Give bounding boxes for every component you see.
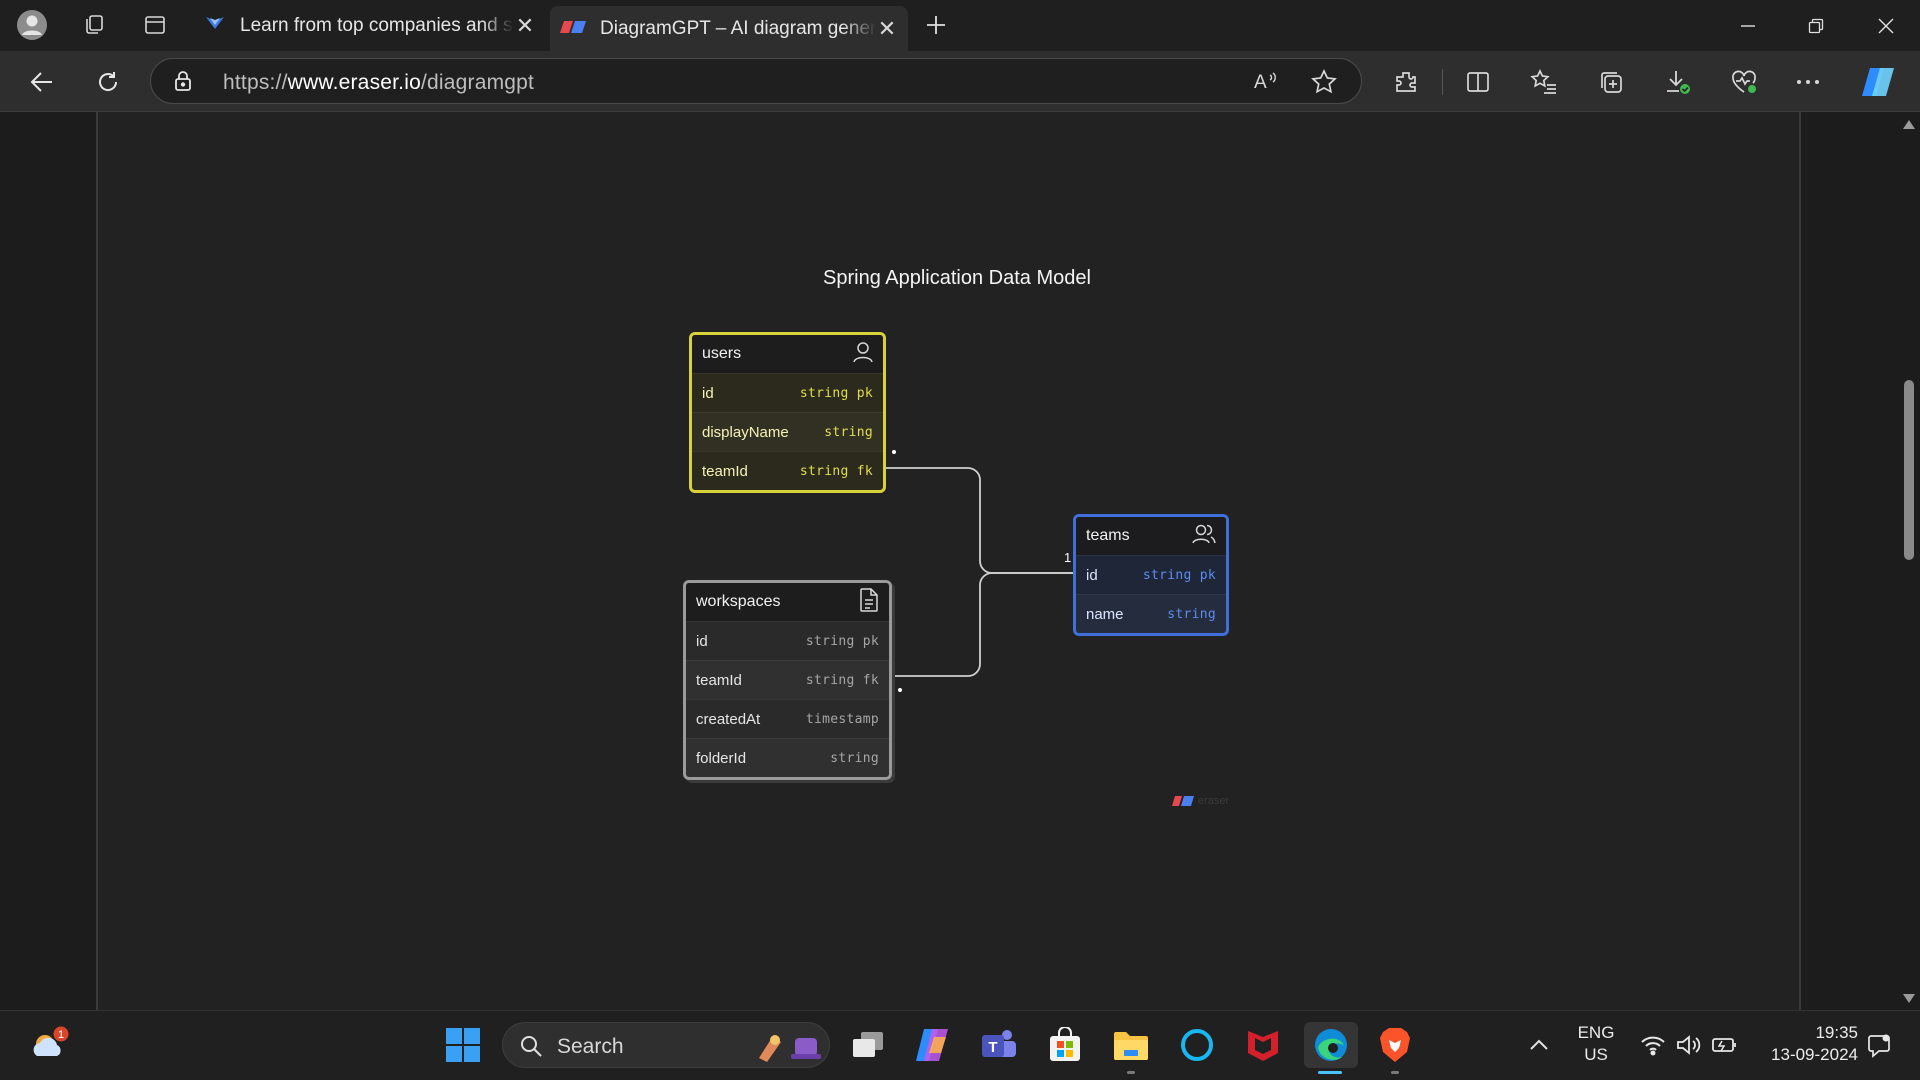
running-indicator	[1127, 1071, 1135, 1074]
copilot-icon[interactable]	[1860, 64, 1896, 100]
taskbar-search[interactable]: Search	[502, 1022, 830, 1068]
tab-strip: Learn from top companies and se ✕ Diagra…	[0, 0, 1920, 51]
diagram-title: Spring Application Data Model	[823, 267, 1091, 289]
microsoft-store-icon[interactable]	[1042, 1022, 1088, 1068]
entity-workspaces[interactable]: workspaces id string pk teamId string fk c…	[683, 580, 892, 780]
show-hidden-icons-chevron-icon[interactable]	[1516, 1022, 1562, 1068]
field-row: id string pk	[1076, 555, 1226, 594]
eraser-watermark: eraser	[1172, 795, 1229, 807]
document-icon	[859, 587, 879, 617]
favorite-star-icon[interactable]	[1311, 69, 1337, 100]
site-favicon-icon	[204, 12, 226, 40]
language-indicator[interactable]: ENG US	[1566, 1023, 1626, 1065]
file-explorer-icon[interactable]	[1108, 1022, 1154, 1068]
entity-header: users	[692, 335, 883, 373]
entity-name: workspaces	[696, 593, 781, 610]
vertical-scrollbar[interactable]	[1898, 112, 1920, 1010]
field-row: folderId string	[686, 738, 889, 777]
search-icon	[519, 1034, 543, 1063]
field-row: id string pk	[692, 373, 883, 412]
entity-teams[interactable]: teams id string pk name string	[1073, 514, 1229, 636]
task-view-icon[interactable]	[845, 1022, 891, 1068]
toolbar-separator	[1442, 69, 1443, 95]
windows-start-icon[interactable]	[440, 1022, 486, 1068]
svg-text:A: A	[1254, 72, 1267, 93]
tab-close-icon[interactable]: ✕	[876, 16, 898, 42]
edge-browser-icon[interactable]	[1304, 1022, 1358, 1068]
address-bar[interactable]: https://www.eraser.io/diagramgpt A	[150, 58, 1362, 104]
tab-title: Learn from top companies and se	[240, 15, 514, 36]
brave-browser-icon[interactable]	[1372, 1022, 1418, 1068]
lock-icon[interactable]	[173, 70, 193, 97]
field-row: teamId string fk	[692, 451, 883, 490]
entity-header: workspaces	[686, 583, 889, 621]
browser-essentials-icon[interactable]	[1726, 64, 1762, 100]
weather-widget-icon[interactable]: 1	[26, 1022, 72, 1068]
field-row: name string	[1076, 594, 1226, 633]
svg-text:T: T	[988, 1039, 997, 1056]
person-icon	[853, 341, 873, 368]
browser-toolbar: https://www.eraser.io/diagramgpt A	[0, 51, 1920, 112]
field-row: createdAt timestamp	[686, 699, 889, 738]
eraser-favicon-icon	[560, 18, 586, 40]
close-window-icon[interactable]	[1852, 0, 1920, 51]
copilot-app-icon[interactable]	[910, 1022, 956, 1068]
tab-close-icon[interactable]: ✕	[514, 13, 536, 39]
eraser-logo-icon	[1172, 796, 1194, 806]
page-content: Spring Application Data Model 1 1 users …	[0, 112, 1920, 1010]
split-screen-icon[interactable]	[1460, 64, 1496, 100]
notifications-icon[interactable]	[1856, 1022, 1902, 1068]
search-label: Search	[557, 1035, 624, 1058]
diagram-canvas[interactable]: Spring Application Data Model 1 1 users …	[96, 112, 1801, 1010]
active-app-indicator	[1318, 1071, 1342, 1074]
favorites-list-icon[interactable]	[1526, 64, 1562, 100]
collections-icon[interactable]	[1593, 64, 1629, 100]
tab-learn[interactable]: Learn from top companies and se ✕	[194, 6, 546, 46]
entity-name: teams	[1086, 527, 1130, 544]
battery-icon[interactable]	[1702, 1022, 1748, 1068]
vertical-tabs-icon[interactable]	[139, 9, 171, 41]
clock[interactable]: 19:35 13-09-2024	[1752, 1023, 1858, 1065]
read-aloud-icon[interactable]: A	[1253, 69, 1279, 98]
relationship-connectors: 1 1	[885, 450, 1082, 692]
tab-diagramgpt[interactable]: DiagramGPT – AI diagram genera ✕	[550, 6, 908, 51]
minimize-icon[interactable]	[1714, 0, 1782, 51]
entity-users[interactable]: users id string pk displayName string team…	[689, 332, 886, 493]
restore-icon[interactable]	[1782, 0, 1850, 51]
field-row: teamId string fk	[686, 660, 889, 699]
running-indicator	[1391, 1071, 1399, 1074]
field-row: id string pk	[686, 621, 889, 660]
more-options-icon[interactable]	[1790, 64, 1826, 100]
svg-text:1: 1	[58, 1029, 64, 1041]
scroll-up-arrow-icon[interactable]	[1903, 120, 1915, 129]
url-text[interactable]: https://www.eraser.io/diagramgpt	[223, 71, 534, 95]
workspaces-icon[interactable]	[78, 9, 110, 41]
back-arrow-icon[interactable]	[24, 64, 60, 100]
entity-name: users	[702, 345, 742, 362]
new-tab-icon[interactable]	[920, 9, 952, 41]
mcafee-icon[interactable]	[1240, 1022, 1286, 1068]
cortana-icon[interactable]	[1174, 1022, 1220, 1068]
downloads-icon[interactable]	[1660, 64, 1696, 100]
teams-icon[interactable]: T	[976, 1022, 1022, 1068]
field-row: displayName string	[692, 412, 883, 451]
entity-header: teams	[1076, 517, 1226, 555]
people-icon	[1192, 523, 1216, 550]
windows-taskbar: 1 Search T ENG US 19:35 13-09-2024	[0, 1010, 1920, 1080]
refresh-icon[interactable]	[90, 64, 126, 100]
extensions-icon[interactable]	[1388, 64, 1424, 100]
tab-title: DiagramGPT – AI diagram genera	[600, 17, 876, 39]
search-highlight-icon	[755, 1028, 825, 1069]
scrollbar-thumb[interactable]	[1904, 380, 1914, 560]
profile-avatar-icon[interactable]	[16, 9, 48, 41]
scroll-down-arrow-icon[interactable]	[1903, 994, 1915, 1003]
